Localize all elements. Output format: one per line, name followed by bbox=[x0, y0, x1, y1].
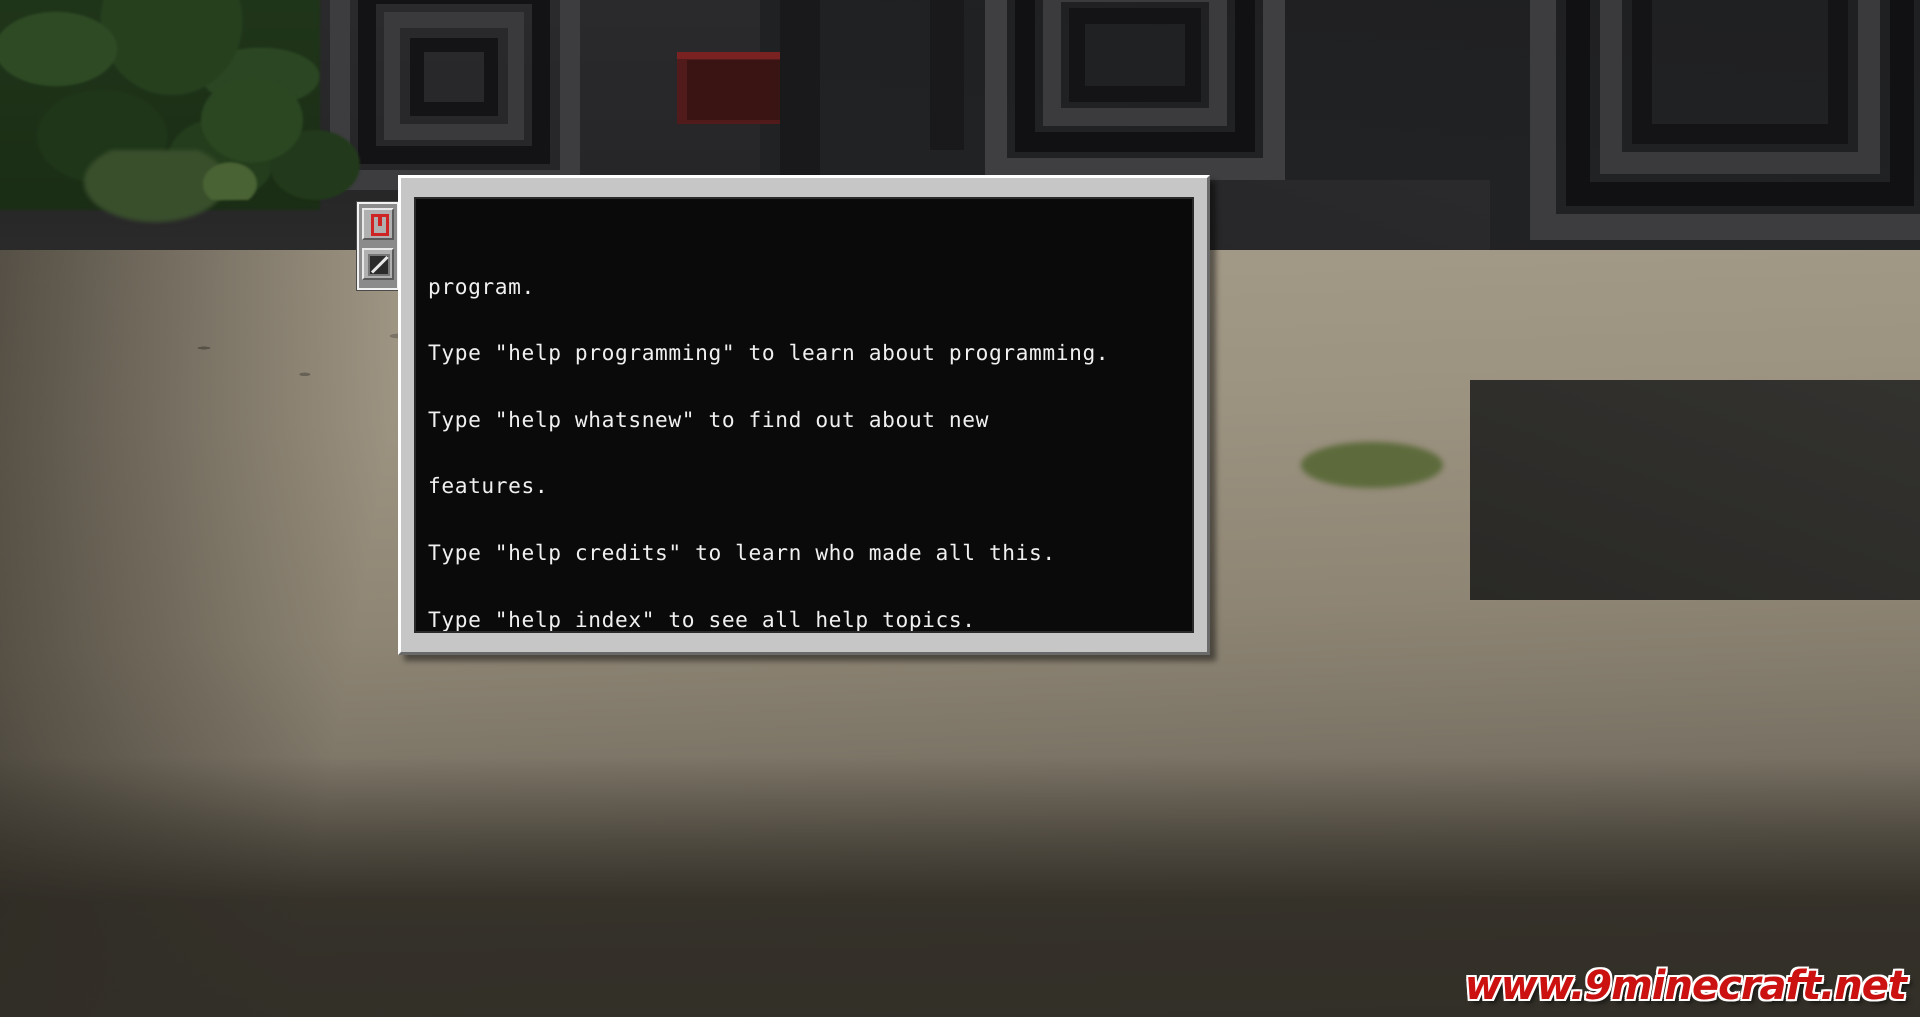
terminal-line-5: Type "help index" to see all help topics… bbox=[428, 606, 976, 632]
floppy-disk-icon bbox=[368, 254, 390, 276]
item-slot-floppy-disk[interactable] bbox=[362, 248, 394, 280]
foliage-grass-tuft bbox=[200, 160, 260, 200]
item-slot-panel[interactable] bbox=[357, 202, 399, 290]
terminal-line-0: program. bbox=[428, 273, 535, 299]
dark-pillar-3 bbox=[930, 0, 964, 150]
terminal-screen[interactable]: program. Type "help programming" to lear… bbox=[414, 197, 1194, 633]
site-watermark: www.9minecraft.net bbox=[1464, 963, 1907, 1009]
ground-slab-right bbox=[1470, 380, 1920, 600]
item-slot-computer[interactable] bbox=[362, 208, 394, 240]
dark-pillar-2 bbox=[780, 0, 820, 180]
computer-icon bbox=[371, 214, 389, 236]
decor-ring-h bbox=[1069, 8, 1201, 102]
terminal-line-4: Type "help credits" to learn who made al… bbox=[428, 539, 1056, 565]
ground-grass-patch bbox=[1300, 430, 1480, 500]
terminal-line-3: features. bbox=[428, 473, 549, 499]
terminal-text-area[interactable]: program. Type "help programming" to lear… bbox=[428, 209, 1188, 630]
decor-ring-d bbox=[410, 38, 498, 116]
terminal-line-2: Type "help whatsnew" to find out about n… bbox=[428, 406, 989, 432]
terminal-line-1: Type "help programming" to learn about p… bbox=[428, 340, 1110, 366]
decor-ring-l bbox=[1632, 0, 1848, 144]
computer-terminal-window[interactable]: program. Type "help programming" to lear… bbox=[398, 175, 1216, 661]
